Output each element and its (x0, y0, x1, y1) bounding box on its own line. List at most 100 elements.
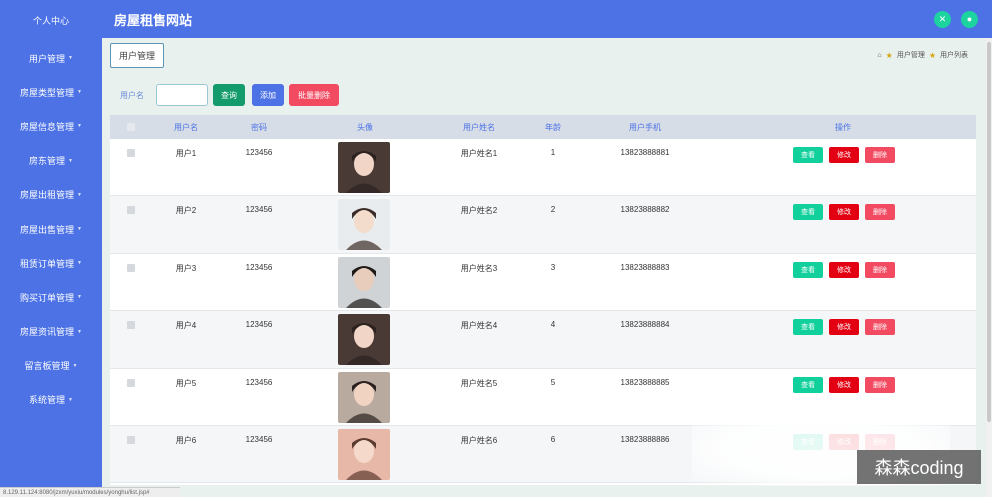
cell-username: 用户6 (175, 435, 197, 445)
sidebar-item-user-management[interactable]: 用户管理 ▼ (0, 41, 102, 75)
column-header-age[interactable]: 年龄 (545, 122, 561, 133)
cell-age: 3 (550, 262, 556, 272)
edit-button[interactable]: 修改 (829, 147, 859, 163)
cell-age: 2 (550, 205, 556, 215)
cell-phone: 13823888882 (620, 205, 670, 215)
cell-name: 用户姓名4 (460, 321, 498, 331)
cell-password: 123456 (245, 148, 273, 157)
cell-age: 6 (550, 434, 556, 444)
row-actions: 查看 修改 删除 (793, 376, 895, 393)
view-button[interactable]: 查看 (793, 319, 823, 336)
cell-name: 用户姓名5 (460, 378, 498, 388)
user-icon[interactable]: ● (961, 10, 978, 28)
cell-username: 用户5 (175, 378, 197, 388)
delete-button[interactable]: 删除 (865, 147, 895, 163)
row-checkbox[interactable] (127, 263, 135, 272)
table-header: 用户名 密码 头像 用户姓名 年龄 用户手机 操作 (110, 115, 976, 139)
cell-password: 123456 (245, 377, 273, 387)
column-header-name[interactable]: 用户姓名 (463, 122, 495, 133)
cell-username: 用户1 (175, 149, 197, 158)
edit-button[interactable]: 修改 (829, 261, 859, 278)
sidebar-item-rental-order-management[interactable]: 租赁订单管理 ▼ (0, 246, 102, 280)
sidebar-item-personal-center[interactable]: 个人中心 (0, 0, 102, 41)
cell-password: 123456 (245, 262, 273, 272)
cell-age: 4 (550, 320, 556, 330)
column-header-actions: 操作 (835, 122, 851, 132)
scrollbar-thumb[interactable] (987, 42, 991, 422)
row-checkbox[interactable] (127, 378, 135, 387)
chevron-down-icon: ▼ (77, 123, 82, 130)
chevron-down-icon: ▼ (68, 396, 73, 403)
breadcrumb-item[interactable]: 用户管理 (897, 50, 925, 60)
breadcrumb-item: 用户列表 (940, 52, 968, 59)
home-icon[interactable]: ⌂ (877, 52, 881, 59)
cell-name: 用户姓名6 (460, 435, 498, 445)
cell-phone: 13823888883 (620, 262, 670, 272)
fullscreen-icon[interactable]: ✕ (934, 10, 951, 28)
cell-password: 123456 (245, 205, 273, 215)
row-checkbox[interactable] (127, 435, 135, 444)
sidebar-item-landlord-management[interactable]: 房东管理 ▼ (0, 144, 102, 178)
cell-age: 1 (550, 148, 556, 157)
table-row: 用户1 123456 用户姓名1 1 13823888881 查看 修改 删除 (110, 139, 976, 197)
star-icon: ★ (928, 50, 936, 60)
app-title: 房屋租售网站 (114, 12, 193, 28)
row-checkbox[interactable] (127, 149, 135, 157)
sidebar-item-house-info-management[interactable]: 房屋信息管理 ▼ (0, 109, 102, 143)
sidebar-item-house-type-management[interactable]: 房屋类型管理 ▼ (0, 75, 102, 109)
sidebar-item-sale-management[interactable]: 房屋出售管理 ▼ (0, 212, 102, 246)
view-button[interactable]: 查看 (793, 204, 823, 221)
chevron-down-icon: ▼ (77, 191, 82, 198)
query-button[interactable]: 查询 (213, 84, 245, 106)
status-url: 8.129.11.124:8080/jzxm/yuxiu/modules/yon… (0, 487, 180, 497)
row-checkbox[interactable] (127, 321, 135, 330)
top-bar: 房屋租售网站 ✕ ● (102, 0, 992, 38)
avatar (338, 371, 390, 423)
chevron-down-icon: ▼ (77, 294, 82, 301)
batch-delete-button[interactable]: 批量删除 (289, 84, 339, 106)
view-button[interactable]: 查看 (793, 261, 823, 278)
sidebar-item-purchase-order-management[interactable]: 购买订单管理 ▼ (0, 280, 102, 314)
cell-username: 用户3 (175, 263, 197, 273)
sidebar-item-news-management[interactable]: 房屋资讯管理 ▼ (0, 315, 102, 349)
chevron-down-icon: ▼ (77, 226, 82, 233)
select-all-checkbox[interactable] (127, 123, 135, 131)
sidebar-item-system-management[interactable]: 系统管理 ▼ (0, 383, 102, 417)
cell-username: 用户2 (175, 206, 197, 216)
column-header-password[interactable]: 密码 (251, 122, 267, 133)
chevron-down-icon: ▼ (68, 157, 73, 164)
chevron-down-icon: ▼ (77, 89, 82, 96)
sidebar-item-rental-management[interactable]: 房屋出租管理 ▼ (0, 178, 102, 212)
table-row: 用户4 123456 用户姓名4 4 13823888884 查看 修改 删除 (110, 311, 976, 369)
star-icon: ★ (885, 50, 893, 60)
breadcrumb: ⌂ ★ 用户管理 ★ 用户列表 (877, 50, 968, 60)
delete-button[interactable]: 删除 (865, 204, 895, 221)
view-button[interactable]: 查看 (793, 376, 823, 393)
cell-name: 用户姓名2 (460, 206, 498, 216)
row-actions: 查看 修改 删除 (793, 204, 895, 221)
table-row: 用户3 123456 用户姓名3 3 13823888883 查看 修改 删除 (110, 254, 976, 312)
delete-button[interactable]: 删除 (865, 376, 895, 393)
delete-button[interactable]: 删除 (865, 319, 895, 336)
edit-button[interactable]: 修改 (829, 319, 859, 336)
search-row: 用户名 查询 添加 批量删除 (102, 80, 986, 110)
column-header-username[interactable]: 用户名 (174, 122, 198, 133)
sidebar: 个人中心 用户管理 ▼ 房屋类型管理 ▼ 房屋信息管理 ▼ 房东管理 ▼ 房屋出租管理 ▼… (0, 0, 102, 497)
scrollbar[interactable] (986, 38, 992, 497)
chevron-down-icon: ▼ (68, 55, 73, 62)
edit-button[interactable]: 修改 (829, 204, 859, 221)
edit-button[interactable]: 修改 (829, 376, 859, 393)
username-search-input[interactable] (156, 84, 208, 106)
column-header-phone[interactable]: 用户手机 (629, 122, 661, 133)
sub-bar: 用户管理 ⌂ ★ 用户管理 ★ 用户列表 (102, 38, 986, 72)
delete-button[interactable]: 删除 (865, 261, 895, 278)
row-checkbox[interactable] (127, 206, 135, 215)
current-module-tag[interactable]: 用户管理 (110, 42, 165, 68)
cell-phone: 13823888881 (620, 148, 670, 157)
add-button[interactable]: 添加 (252, 84, 284, 106)
row-actions: 查看 修改 删除 (793, 147, 895, 163)
view-button[interactable]: 查看 (793, 147, 823, 163)
watermark: 森森coding (857, 450, 981, 484)
row-actions: 查看 修改 删除 (793, 319, 895, 336)
sidebar-item-message-board-management[interactable]: 留言板管理 ▼ (0, 349, 102, 383)
